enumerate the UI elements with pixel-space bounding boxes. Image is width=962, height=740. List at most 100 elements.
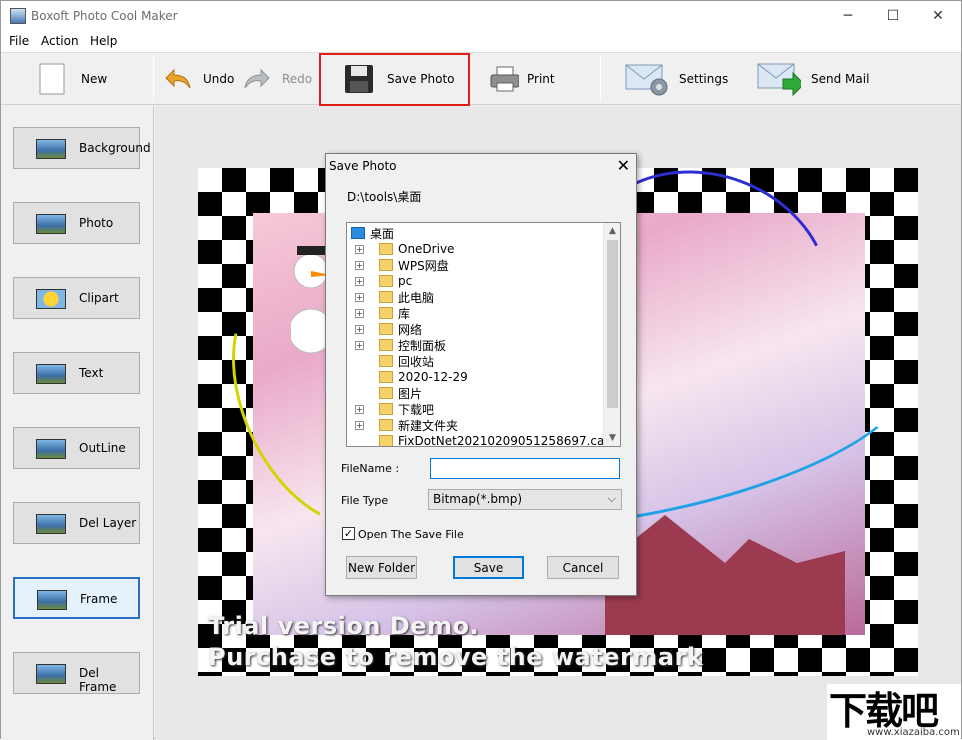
text-button[interactable]: Text (13, 352, 140, 394)
frame-label: Frame (80, 592, 118, 606)
close-button[interactable]: ✕ (915, 1, 961, 31)
open-save-file-checkbox[interactable]: ✓ (342, 527, 355, 540)
tree-item[interactable]: + 新建文件夹 (347, 417, 458, 433)
expand-icon[interactable]: + (355, 420, 364, 430)
folder-icon (379, 259, 393, 271)
folder-icon (379, 435, 393, 446)
tree-item-label: 网络 (398, 322, 423, 337)
send-mail-button[interactable]: Send Mail (757, 57, 869, 101)
tree-item[interactable]: + 控制面板 (347, 337, 446, 353)
tree-item[interactable]: + 库 (347, 305, 410, 321)
expand-icon[interactable]: + (355, 260, 364, 270)
expand-icon[interactable]: + (355, 308, 364, 318)
filetype-select[interactable]: Bitmap(*.bmp) ⌵ (428, 489, 622, 510)
tree-item-label: 桌面 (370, 226, 395, 241)
current-path: D:\tools\桌面 (347, 190, 422, 204)
maximize-button[interactable]: ☐ (870, 1, 916, 31)
expand-icon[interactable]: + (355, 340, 364, 350)
outline-icon (36, 439, 66, 459)
delete-layer-icon (36, 514, 66, 534)
print-button[interactable]: Print (489, 57, 555, 101)
toolbar-separator (153, 56, 154, 102)
del-layer-button[interactable]: Del Layer (13, 502, 140, 544)
frame-button[interactable]: Frame (13, 577, 140, 619)
text-label: Text (79, 366, 104, 380)
undo-label: Undo (203, 72, 235, 86)
expand-icon[interactable]: + (355, 404, 364, 414)
dialog-save-button[interactable]: Save (453, 556, 524, 579)
new-button[interactable]: New (37, 57, 107, 101)
background-label: Background (79, 141, 151, 155)
folder-icon (379, 291, 393, 303)
tree-item-label: FixDotNet20210209051258697.cab (398, 434, 612, 447)
del-frame-button[interactable]: Del Frame (13, 652, 140, 694)
menu-file[interactable]: File (9, 34, 29, 48)
photo-button[interactable]: Photo (13, 202, 140, 244)
photo-label: Photo (79, 216, 114, 230)
new-folder-button[interactable]: New Folder (346, 556, 417, 579)
tree-item[interactable]: + 网络 (347, 321, 422, 337)
menu-help[interactable]: Help (90, 34, 117, 48)
title-bar: Boxoft Photo Cool Maker ─ ☐ ✕ (1, 1, 961, 31)
xiazaiba-logo: 下载吧 www.xiazaiba.com (827, 684, 961, 740)
tree-item[interactable]: + WPS网盘 (347, 257, 449, 273)
folder-tree[interactable]: 桌面 + OneDrive + WPS网盘 + pc + 此电脑 + 库 + 网络 + 控制面板 回收站 202… (346, 222, 621, 447)
folder-icon (379, 243, 393, 255)
highlight-box (319, 53, 470, 106)
tree-item[interactable]: + OneDrive (347, 241, 454, 257)
filetype-label: File Type (341, 494, 389, 507)
frame-icon (37, 590, 67, 610)
tree-scrollbar[interactable]: ▲ ▼ (603, 223, 620, 446)
dialog-close-button[interactable]: ✕ (617, 156, 630, 175)
pink-house (605, 515, 845, 635)
expand-icon[interactable]: + (355, 244, 364, 254)
watermark-line2: Purchase to remove the watermark (208, 643, 704, 671)
undo-button[interactable]: Undo (163, 57, 234, 101)
watermark-line1: Trial version Demo. (208, 612, 480, 640)
filename-input[interactable] (430, 458, 620, 479)
window-title: Boxoft Photo Cool Maker (31, 9, 178, 23)
tree-item-label: 控制面板 (398, 338, 447, 353)
folder-icon (379, 355, 393, 367)
expand-icon[interactable]: + (355, 276, 364, 286)
scroll-down-icon[interactable]: ▼ (604, 430, 620, 446)
logo-url: www.xiazaiba.com (867, 727, 960, 738)
dialog-cancel-button[interactable]: Cancel (547, 556, 619, 579)
tree-item[interactable]: + 下载吧 (347, 401, 434, 417)
background-button[interactable]: Background (13, 127, 151, 169)
expand-icon[interactable]: + (355, 292, 364, 302)
menu-action[interactable]: Action (41, 34, 79, 48)
undo-arrow-icon (163, 64, 193, 94)
tree-item[interactable]: + pc (347, 273, 412, 289)
tree-item-label: 库 (398, 306, 411, 321)
tree-item[interactable]: 2020-12-29 (347, 369, 468, 385)
open-save-file-label: Open The Save File (358, 528, 464, 541)
scroll-thumb[interactable] (607, 240, 618, 408)
outline-label: OutLine (79, 441, 126, 455)
clipart-button[interactable]: Clipart (13, 277, 140, 319)
folder-icon (379, 371, 393, 383)
filename-label: FileName : (341, 462, 400, 475)
tree-item[interactable]: + 此电脑 (347, 289, 434, 305)
scroll-up-icon[interactable]: ▲ (604, 223, 620, 239)
toolbar-separator (317, 56, 318, 102)
tree-item[interactable]: 回收站 (347, 353, 434, 369)
redo-button[interactable]: Redo (242, 57, 312, 101)
app-window: Boxoft Photo Cool Maker ─ ☐ ✕ File Actio… (0, 0, 962, 740)
tree-root-desktop[interactable]: 桌面 (347, 225, 394, 241)
expand-icon[interactable]: + (355, 324, 364, 334)
outline-button[interactable]: OutLine (13, 427, 140, 469)
tree-item[interactable]: 图片 (347, 385, 422, 401)
settings-button[interactable]: Settings (625, 57, 728, 101)
tree-item-label: pc (398, 274, 413, 288)
filetype-value: Bitmap(*.bmp) (433, 492, 523, 506)
redo-label: Redo (282, 72, 313, 86)
minimize-button[interactable]: ─ (825, 1, 871, 31)
toolbar: New Undo Redo Save Photo Print Settings … (1, 52, 961, 105)
photo-icon (36, 214, 66, 234)
smiley-icon (36, 289, 66, 309)
dialog-title: Save Photo (329, 159, 397, 173)
folder-icon (379, 275, 393, 287)
tree-item[interactable]: FixDotNet20210209051258697.cab (347, 433, 612, 447)
print-label: Print (527, 72, 555, 86)
